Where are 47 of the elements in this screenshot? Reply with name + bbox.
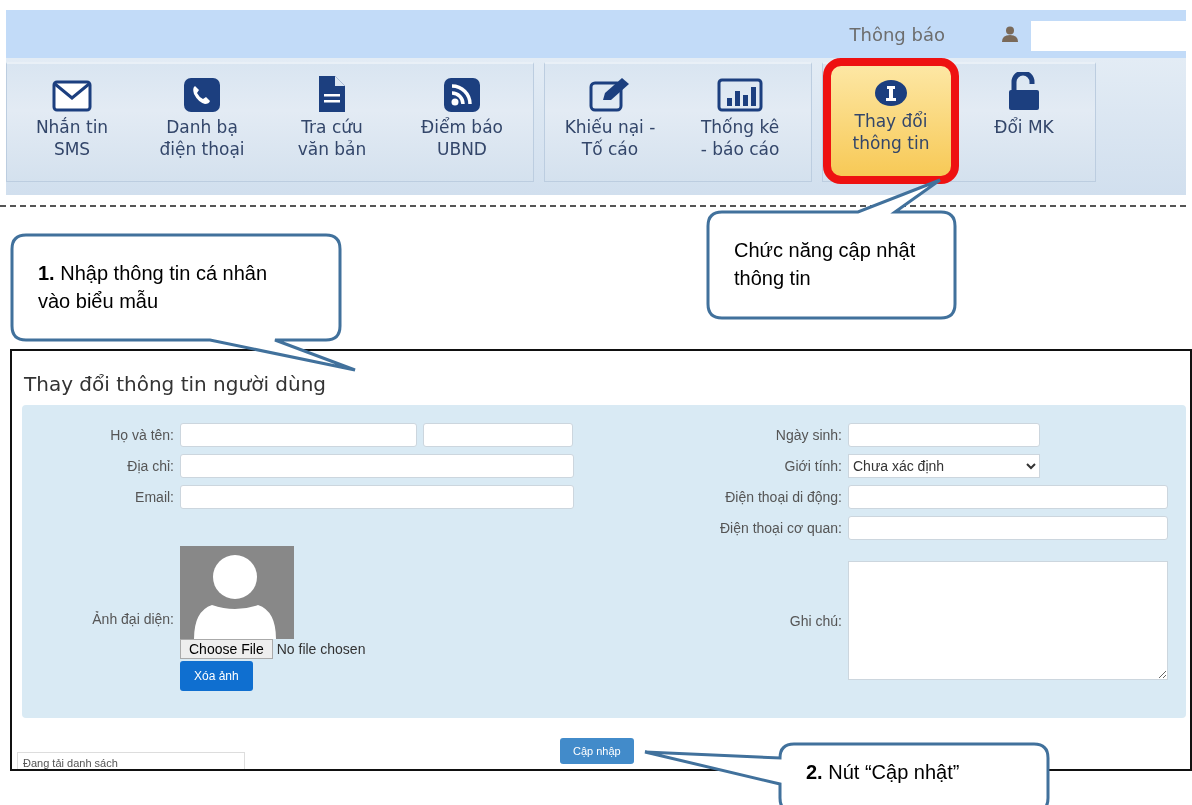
field-label: Ghi chú: — [788, 612, 842, 629]
ribbon-button[interactable]: Danh bạ điện thoại — [137, 68, 267, 181]
input-field[interactable] — [180, 454, 574, 478]
bar-chart-icon — [717, 78, 763, 112]
envelope-icon — [52, 80, 92, 112]
user-name-field[interactable] — [1031, 21, 1186, 51]
ribbon-button[interactable]: Thống kê - báo cáo — [675, 68, 805, 181]
callout-text: 1. Nhập thông tin cá nhân vào biểu mẫu — [38, 261, 269, 314]
input-field[interactable] — [423, 423, 573, 447]
input-field[interactable] — [180, 485, 574, 509]
input-field[interactable] — [848, 423, 1040, 447]
field-label: Địa chỉ: — [126, 458, 174, 474]
info-icon — [875, 80, 907, 106]
ribbon-button[interactable]: Tra cứu văn bản — [267, 68, 397, 181]
callout-text: 2. Nút “Cập nhật” — [806, 760, 961, 785]
callout-text: Chức năng cập nhật thông tin — [734, 238, 917, 291]
ribbon-button[interactable]: Đổi MK — [959, 68, 1089, 181]
rss-icon — [444, 78, 480, 112]
field-label: Email: — [134, 489, 174, 505]
input-field[interactable] — [180, 423, 417, 447]
field-label: Ảnh đại diện: — [91, 610, 174, 627]
notice-link[interactable]: Thông báo — [849, 23, 945, 45]
ribbon-button[interactable]: Điểm báo UBND — [397, 68, 527, 181]
field-label: Giới tính: — [783, 458, 842, 474]
ribbon-button[interactable]: Thay đổi thông tin — [823, 58, 959, 184]
delete-photo-button[interactable]: Xóa ảnh — [180, 661, 253, 691]
input-field[interactable] — [848, 516, 1168, 540]
input-field[interactable] — [848, 485, 1168, 509]
notes-field[interactable] — [848, 561, 1168, 680]
loading-list-text: Đang tải danh sách — [17, 752, 245, 769]
phone-icon — [184, 78, 220, 112]
document-icon — [317, 76, 347, 112]
ribbon-button[interactable]: Khiếu nại - Tố cáo — [545, 68, 675, 181]
field-label: Ngày sinh: — [774, 427, 842, 443]
form-title: Thay đổi thông tin người dùng — [24, 372, 328, 396]
user-icon — [1001, 26, 1019, 42]
file-status: No file chosen — [276, 641, 366, 657]
choose-file-button[interactable]: Choose File — [180, 639, 273, 659]
field-label: Họ và tên: — [109, 427, 174, 443]
field-label: Điện thoại di động: — [724, 489, 842, 505]
gender-dropdown[interactable]: Chưa xác định — [848, 454, 1040, 478]
avatar-placeholder-icon — [180, 546, 294, 639]
unlocked-padlock-icon — [1007, 72, 1041, 112]
update-button[interactable]: Cập nhập — [560, 738, 634, 764]
ribbon-button[interactable]: Nhắn tin SMS — [7, 68, 137, 181]
edit-icon — [589, 78, 631, 112]
field-label: Điện thoại cơ quan: — [718, 520, 842, 536]
